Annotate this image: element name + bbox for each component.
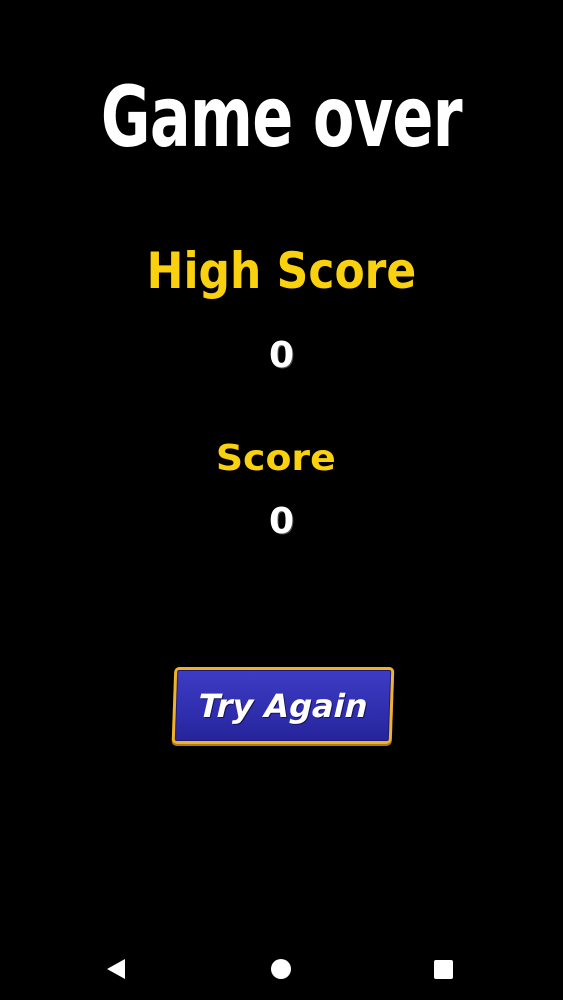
system-nav-bar: [0, 936, 563, 1000]
recent-apps-icon[interactable]: [434, 960, 453, 979]
game-over-title: Game over: [100, 68, 463, 166]
try-again-label: Try Again: [197, 686, 369, 725]
score-label: Score: [215, 438, 336, 479]
back-icon[interactable]: [107, 959, 125, 979]
home-icon[interactable]: [271, 959, 291, 979]
try-again-button[interactable]: Try Again: [171, 667, 395, 744]
game-over-screen: { "game_over": { "title": "Game over", "…: [0, 0, 563, 1000]
high-score-value: 0: [268, 335, 295, 376]
high-score-label: High Score: [146, 242, 417, 300]
score-value: 0: [268, 501, 295, 542]
